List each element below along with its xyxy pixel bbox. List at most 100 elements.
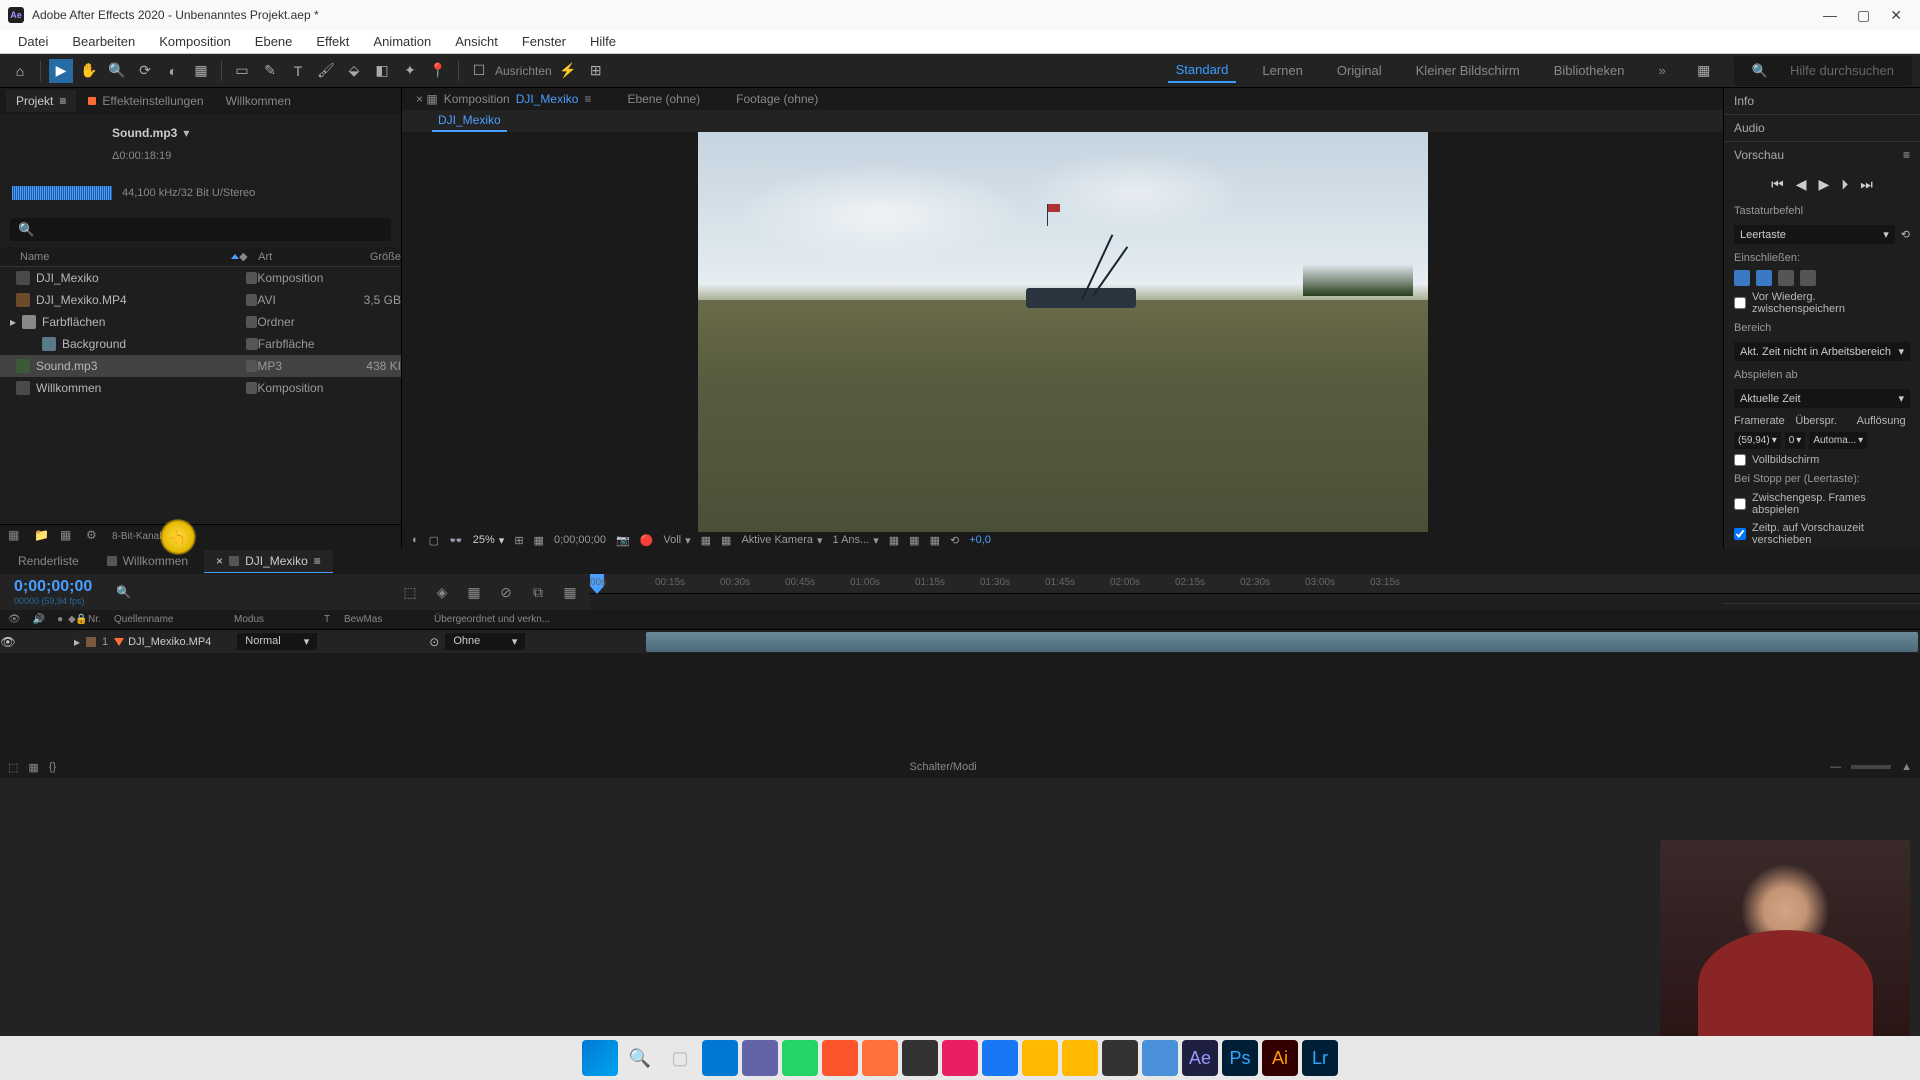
grid-icon[interactable]: ⊞ <box>514 534 523 547</box>
section-info[interactable]: Info <box>1724 88 1920 114</box>
orbit-tool[interactable]: ⟳ <box>133 59 157 83</box>
tl-footer-icon-1[interactable]: ⬚ <box>8 761 18 774</box>
section-preview[interactable]: Vorschau≡ <box>1724 142 1920 168</box>
current-time-display[interactable]: 0;00;00;00 00000 (59,94 fps) <box>0 578 106 606</box>
workspace-standard[interactable]: Standard <box>1168 58 1237 83</box>
tab-effect-controls[interactable]: Effekteinstellungen <box>78 90 213 112</box>
menu-help[interactable]: Hilfe <box>580 32 626 51</box>
project-search-input[interactable] <box>10 218 391 241</box>
tl-tool-4[interactable]: ⊘ <box>496 584 516 601</box>
viewer-tab-footage[interactable]: Footage (ohne) <box>728 88 826 110</box>
project-item[interactable]: WillkommenKomposition <box>0 377 401 399</box>
workspace-original[interactable]: Original <box>1329 59 1390 82</box>
zoom-tool[interactable]: 🔍 <box>105 59 129 83</box>
snap-options[interactable]: ⚡ <box>556 59 580 83</box>
tab-renderqueue[interactable]: Renderliste <box>6 550 91 572</box>
playfrom-dropdown[interactable]: Aktuelle Zeit▾ <box>1734 389 1910 408</box>
taskbar-brave-icon[interactable] <box>822 1040 858 1076</box>
section-audio[interactable]: Audio <box>1724 115 1920 141</box>
exposure-value[interactable]: +0,0 <box>969 534 991 546</box>
zoom-in-icon[interactable]: ▲ <box>1901 761 1912 773</box>
tab-welcome[interactable]: Willkommen <box>216 90 301 112</box>
menu-animation[interactable]: Animation <box>363 32 441 51</box>
viewer-tab-layer[interactable]: Ebene (ohne) <box>619 88 708 110</box>
timeline-ruler[interactable]: 00s00:15s00:30s00:45s01:00s01:15s01:30s0… <box>590 574 1920 594</box>
tl-tool-5[interactable]: ⧉ <box>528 584 548 601</box>
col-label-icon[interactable]: ◆ <box>239 250 258 263</box>
workspace-reset-icon[interactable]: ▦ <box>1692 59 1716 83</box>
taskbar-search-icon[interactable]: 🔍 <box>622 1040 658 1076</box>
move-time-checkbox[interactable] <box>1734 528 1746 540</box>
taskbar-app-icon[interactable] <box>902 1040 938 1076</box>
channel-icon[interactable]: 🔴 <box>640 534 654 547</box>
views-dropdown[interactable]: 1 Ans... ▾ <box>833 534 879 547</box>
taskbar-illustrator-icon[interactable]: Ai <box>1262 1040 1298 1076</box>
alpha-icon[interactable]: ◐ <box>412 534 419 546</box>
zoom-dropdown[interactable]: 25% ▾ <box>473 534 505 547</box>
range-dropdown[interactable]: Akt. Zeit nicht in Arbeitsbereich▾ <box>1734 342 1910 361</box>
pen-tool[interactable]: ✎ <box>258 59 282 83</box>
tl-footer-icon-3[interactable]: {} <box>49 761 56 773</box>
prev-frame-icon[interactable]: ◀ <box>1796 176 1807 193</box>
clone-tool[interactable]: ⬙ <box>342 59 366 83</box>
region-icon[interactable]: ▦ <box>701 534 711 547</box>
menu-view[interactable]: Ansicht <box>445 32 508 51</box>
workspace-libraries[interactable]: Bibliotheken <box>1546 59 1633 82</box>
resolution-dropdown[interactable]: Voll ▾ <box>663 534 690 547</box>
taskbar-aftereffects-icon[interactable]: Ae <box>1182 1040 1218 1076</box>
timeline-search[interactable]: 🔍 <box>116 585 131 599</box>
selection-tool[interactable]: ▶ <box>49 59 73 83</box>
workspace-more[interactable]: » <box>1651 59 1674 82</box>
last-frame-icon[interactable]: ⏭ <box>1860 176 1873 193</box>
eraser-tool[interactable]: ◧ <box>370 59 394 83</box>
camera-tool[interactable]: ▦ <box>189 59 213 83</box>
col-type[interactable]: Art <box>258 251 353 263</box>
eye-column-icon[interactable]: 👁 <box>4 614 25 625</box>
puppet-tool[interactable]: 📍 <box>426 59 450 83</box>
close-icon[interactable]: ✕ <box>1890 7 1902 24</box>
workspace-learn[interactable]: Lernen <box>1254 59 1310 82</box>
parent-dropdown[interactable]: Ohne▾ <box>445 633 525 650</box>
project-item[interactable]: DJI_MexikoKomposition <box>0 267 401 289</box>
mask-icon[interactable]: 👓 <box>449 534 463 547</box>
next-frame-icon[interactable]: ⏵ <box>1841 176 1848 193</box>
cached-frames-checkbox[interactable] <box>1734 498 1746 510</box>
taskbar-whatsapp-icon[interactable] <box>782 1040 818 1076</box>
interpret-icon[interactable]: ▦ <box>8 528 26 546</box>
timecode-display[interactable]: 0;00;00;00 <box>554 534 606 546</box>
taskbar-notepad-icon[interactable] <box>1142 1040 1178 1076</box>
blend-mode-dropdown[interactable]: Normal▾ <box>237 633 317 650</box>
taskbar-obs-icon[interactable] <box>1102 1040 1138 1076</box>
new-folder-icon[interactable]: 📁 <box>34 528 52 546</box>
taskbar-photoshop-icon[interactable]: Ps <box>1222 1040 1258 1076</box>
hand-tool[interactable]: ✋ <box>77 59 101 83</box>
tl-tool-3[interactable]: ▦ <box>464 584 484 601</box>
new-comp-icon[interactable]: ▦ <box>60 528 78 546</box>
project-item[interactable]: DJI_Mexiko.MP4AVI3,5 GB <box>0 289 401 311</box>
zoom-slider[interactable] <box>1851 765 1891 769</box>
fullscreen-checkbox[interactable] <box>1734 454 1746 466</box>
switches-label[interactable]: Schalter/Modi <box>910 761 977 773</box>
layer-visibility-icon[interactable]: 👁 <box>0 635 16 649</box>
taskbar-lightroom-icon[interactable]: Lr <box>1302 1040 1338 1076</box>
pixel-icon[interactable]: ▦ <box>889 534 899 547</box>
viewer-breadcrumb[interactable]: DJI_Mexiko <box>432 110 507 132</box>
bit-depth-label[interactable]: 8-Bit-Kanal <box>112 531 161 542</box>
tab-dji-mexiko-tl[interactable]: × DJI_Mexiko ≡ <box>204 550 333 573</box>
include-audio-icon[interactable] <box>1756 270 1772 286</box>
project-item[interactable]: Sound.mp3MP3438 KI <box>0 355 401 377</box>
brush-tool[interactable]: 🖌 <box>314 59 338 83</box>
menu-edit[interactable]: Bearbeiten <box>62 32 145 51</box>
first-frame-icon[interactable]: ⏮ <box>1771 176 1784 193</box>
taskbar-facebook-icon[interactable] <box>982 1040 1018 1076</box>
menu-file[interactable]: Datei <box>8 32 58 51</box>
camera-dropdown[interactable]: Aktive Kamera ▾ <box>741 534 822 547</box>
include-video-icon[interactable] <box>1734 270 1750 286</box>
taskbar-messenger-icon[interactable] <box>942 1040 978 1076</box>
project-item[interactable]: BackgroundFarbfläche <box>0 333 401 355</box>
workspace-small[interactable]: Kleiner Bildschirm <box>1408 59 1528 82</box>
timeline-layer-row[interactable]: 👁 ▸ 1 DJI_Mexiko.MP4 Normal▾ ⊙ Ohne▾ <box>0 630 1920 654</box>
snap-grid[interactable]: ⊞ <box>584 59 608 83</box>
shortcut-dropdown[interactable]: Leertaste▾ <box>1734 225 1895 244</box>
viewer-tab-comp[interactable]: × ▦ Komposition DJI_Mexiko ≡ <box>408 88 599 110</box>
